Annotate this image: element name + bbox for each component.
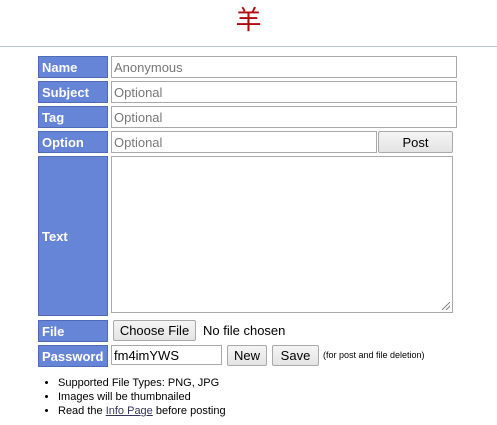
option-row: Option Optional Post: [38, 131, 458, 153]
tag-label: Tag: [38, 106, 108, 128]
option-input[interactable]: Optional: [111, 131, 377, 153]
file-status: No file chosen: [203, 322, 286, 338]
tag-row: Tag Optional: [38, 106, 458, 128]
name-row: Name Anonymous: [38, 56, 458, 78]
file-row: File Choose File No file chosen: [38, 320, 458, 342]
post-button[interactable]: Post: [378, 131, 453, 153]
rule-file-types: Supported File Types: PNG, JPG: [58, 376, 226, 390]
password-note: (for post and file deletion): [323, 350, 425, 360]
rule-info-page: Read the Info Page before posting: [58, 404, 226, 418]
subject-label: Subject: [38, 81, 108, 103]
text-label: Text: [38, 156, 108, 316]
rule-thumbnails: Images will be thumbnailed: [58, 390, 226, 404]
rule-info-suffix: before posting: [152, 405, 226, 417]
info-page-link[interactable]: Info Page: [106, 405, 153, 417]
header-divider: [0, 46, 497, 47]
option-label: Option: [38, 131, 108, 153]
subject-row: Subject Optional: [38, 81, 458, 103]
password-input[interactable]: fm4imYWS: [111, 345, 222, 365]
file-label: File: [38, 320, 108, 342]
text-row: Text: [38, 156, 458, 316]
resize-grip-icon[interactable]: [442, 302, 450, 310]
tag-input[interactable]: Optional: [111, 106, 457, 128]
password-label: Password: [38, 345, 108, 367]
subject-input[interactable]: Optional: [111, 81, 457, 103]
name-input[interactable]: Anonymous: [111, 56, 457, 78]
password-row: Password fm4imYWS New Save (for post and…: [38, 345, 458, 367]
site-logo: 羊: [235, 6, 262, 36]
rule-info-prefix: Read the: [58, 405, 106, 417]
choose-file-button[interactable]: Choose File: [113, 320, 196, 341]
name-label: Name: [38, 56, 108, 78]
text-area[interactable]: [111, 156, 453, 313]
new-password-button[interactable]: New: [227, 345, 267, 366]
save-password-button[interactable]: Save: [272, 345, 319, 366]
posting-rules: Supported File Types: PNG, JPG Images wi…: [40, 376, 226, 418]
